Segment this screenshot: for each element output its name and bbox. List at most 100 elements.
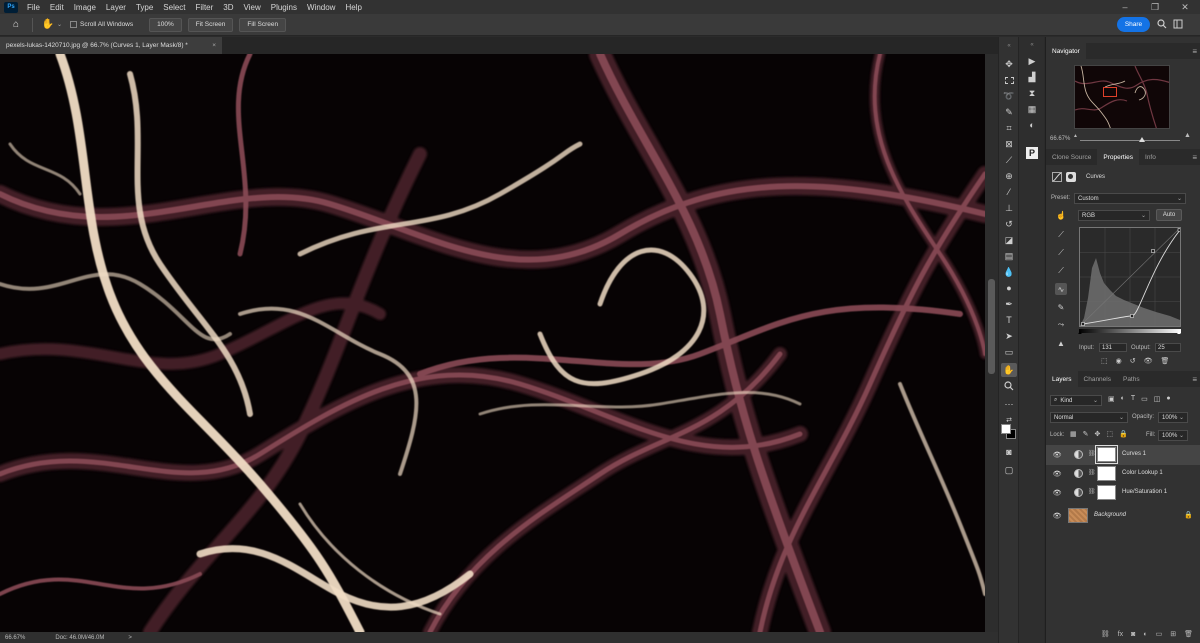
blur-tool-icon[interactable]: 💧 [1001,265,1017,279]
lock-pixels-icon[interactable]: ✎ [1083,430,1089,438]
menu-select[interactable]: Select [158,3,190,12]
menu-type[interactable]: Type [131,3,158,12]
hand-icon[interactable]: ✋ [41,19,55,31]
visibility-icon[interactable]: 👁 [1144,357,1153,365]
curves-graph[interactable] [1079,227,1182,327]
eye-icon[interactable]: 👁 [1053,470,1062,478]
tab-layers[interactable]: Layers [1046,371,1078,387]
layer-row-curves[interactable]: 👁 ⛓ Curves 1 [1046,445,1200,465]
zoom-tool-icon[interactable] [1001,379,1017,393]
link-icon[interactable]: ⛓ [1088,450,1096,457]
eye-icon[interactable]: 👁 [1053,451,1062,459]
new-adjustment-icon[interactable]: ◐ [1143,631,1147,638]
new-layer-icon[interactable]: ⊞ [1170,630,1176,638]
tab-channels[interactable]: Channels [1078,371,1117,387]
navigator-view-box[interactable] [1103,87,1117,97]
navigator-menu-icon[interactable]: ≡ [1192,47,1197,56]
layer-row-hue-saturation[interactable]: 👁 ⛓ Hue/Saturation 1 [1046,483,1200,503]
fit-screen-button[interactable]: Fit Screen [187,17,234,32]
layer-mask-thumbnail[interactable] [1097,466,1116,481]
tab-paths[interactable]: Paths [1117,371,1146,387]
gradient-tool-icon[interactable]: ▤ [1001,249,1017,263]
link-icon[interactable]: ⛓ [1088,488,1096,495]
opacity-field[interactable]: 100% ⌄ [1158,412,1188,423]
share-button[interactable]: Share [1117,17,1150,32]
draw-curve-icon[interactable]: ✎ [1055,301,1067,313]
menu-image[interactable]: Image [69,3,101,12]
fill-field[interactable]: 100% ⌄ [1158,430,1188,441]
tab-clone-source[interactable]: Clone Source [1046,149,1097,165]
filter-shape-icon[interactable]: ▭ [1141,395,1148,403]
frame-tool-icon[interactable]: ⊠ [1001,137,1017,151]
menu-view[interactable]: View [239,3,266,12]
history-icon[interactable]: ⧗ [1026,87,1038,99]
eyedropper-tool-icon[interactable]: ⟋ [1001,153,1017,167]
layer-filter-dropdown[interactable]: ⌕ Kind ⌄ [1050,395,1102,406]
clipping-warning-icon[interactable]: ▲ [1055,337,1067,349]
output-field[interactable]: 25 [1155,343,1181,352]
close-tab-icon[interactable]: × [212,42,216,49]
color-wheel-icon[interactable]: ◐ [1026,119,1038,131]
new-group-icon[interactable]: ▭ [1156,630,1163,638]
status-zoom[interactable]: 66.67% [5,635,25,641]
menu-3d[interactable]: 3D [218,3,238,12]
quick-select-tool-icon[interactable]: ✎ [1001,105,1017,119]
collapse-toolbar-icon[interactable]: « [1001,39,1017,53]
menu-window[interactable]: Window [302,3,340,12]
scrollbar-thumb[interactable] [988,279,995,374]
foreground-color-swatch[interactable] [1001,424,1011,434]
document-canvas[interactable] [0,54,985,632]
lasso-tool-icon[interactable]: ➰ [1001,89,1017,103]
dodge-tool-icon[interactable]: ● [1001,281,1017,295]
pen-tool-icon[interactable]: ✒ [1001,297,1017,311]
white-point-eyedropper-icon[interactable]: ⟋ [1055,265,1067,277]
zoom-out-icon[interactable]: ▲ [1073,133,1078,139]
view-previous-icon[interactable]: ◉ [1116,357,1122,365]
filter-toggle-icon[interactable]: ● [1166,395,1170,403]
hand-tool-icon[interactable]: ✋ [1001,363,1017,377]
eye-icon[interactable]: 👁 [1053,512,1062,520]
collapse-strip-icon[interactable]: « [1026,39,1038,51]
close-window-button[interactable]: ✕ [1170,0,1200,14]
zoom-100-button[interactable]: 100% [149,17,182,32]
swatches-icon[interactable]: ▦ [1026,103,1038,115]
search-icon[interactable] [1156,18,1168,30]
white-slider-icon[interactable]: ▲ [1176,330,1182,336]
eye-icon[interactable]: 👁 [1053,489,1062,497]
reset-icon[interactable]: ↺ [1130,357,1136,365]
clip-to-layer-icon[interactable]: ⬚ [1101,357,1108,365]
tab-properties[interactable]: Properties [1097,149,1140,165]
layer-name[interactable]: Background [1094,512,1126,518]
navigator-tab[interactable]: Navigator [1046,43,1086,59]
navigator-zoom-value[interactable]: 66.67% [1050,136,1070,142]
properties-menu-icon[interactable]: ≡ [1192,153,1197,162]
zoom-in-icon[interactable]: ▲ [1184,132,1191,139]
menu-layer[interactable]: Layer [101,3,131,12]
clone-stamp-tool-icon[interactable]: ⊥ [1001,201,1017,215]
minimize-button[interactable]: – [1110,0,1140,14]
link-icon[interactable]: ⛓ [1088,469,1096,476]
filter-smart-object-icon[interactable]: ◫ [1154,395,1161,403]
navigator-zoom-knob[interactable] [1139,137,1145,142]
menu-file[interactable]: File [22,3,45,12]
layer-row-color-lookup[interactable]: 👁 ⛓ Color Lookup 1 [1046,464,1200,484]
color-swatches[interactable] [1001,424,1017,440]
layers-menu-icon[interactable]: ≡ [1192,375,1197,384]
document-tab[interactable]: pexels-lukas-1420710.jpg @ 66.7% (Curves… [0,37,222,54]
histogram-icon[interactable]: ▟ [1026,71,1038,83]
lock-transparent-icon[interactable]: ▦ [1070,430,1077,438]
layer-name[interactable]: Curves 1 [1122,451,1146,457]
smooth-curve-icon[interactable]: ⤳ [1055,319,1067,331]
layer-mask-icon[interactable] [1066,172,1076,182]
delete-layer-icon[interactable]: 🗑 [1184,630,1193,638]
menu-plugins[interactable]: Plugins [266,3,302,12]
menu-filter[interactable]: Filter [191,3,219,12]
lock-icon[interactable]: 🔒 [1184,511,1193,519]
layer-mask-thumbnail[interactable] [1095,445,1118,464]
filter-pixel-icon[interactable]: ▣ [1108,395,1115,403]
brush-tool-icon[interactable]: ⁄ [1001,185,1017,199]
move-tool-icon[interactable]: ✥ [1001,57,1017,71]
path-select-tool-icon[interactable]: ➤ [1001,329,1017,343]
more-tools-icon[interactable]: ⋯ [1001,397,1017,411]
fill-screen-button[interactable]: Fill Screen [239,17,287,32]
